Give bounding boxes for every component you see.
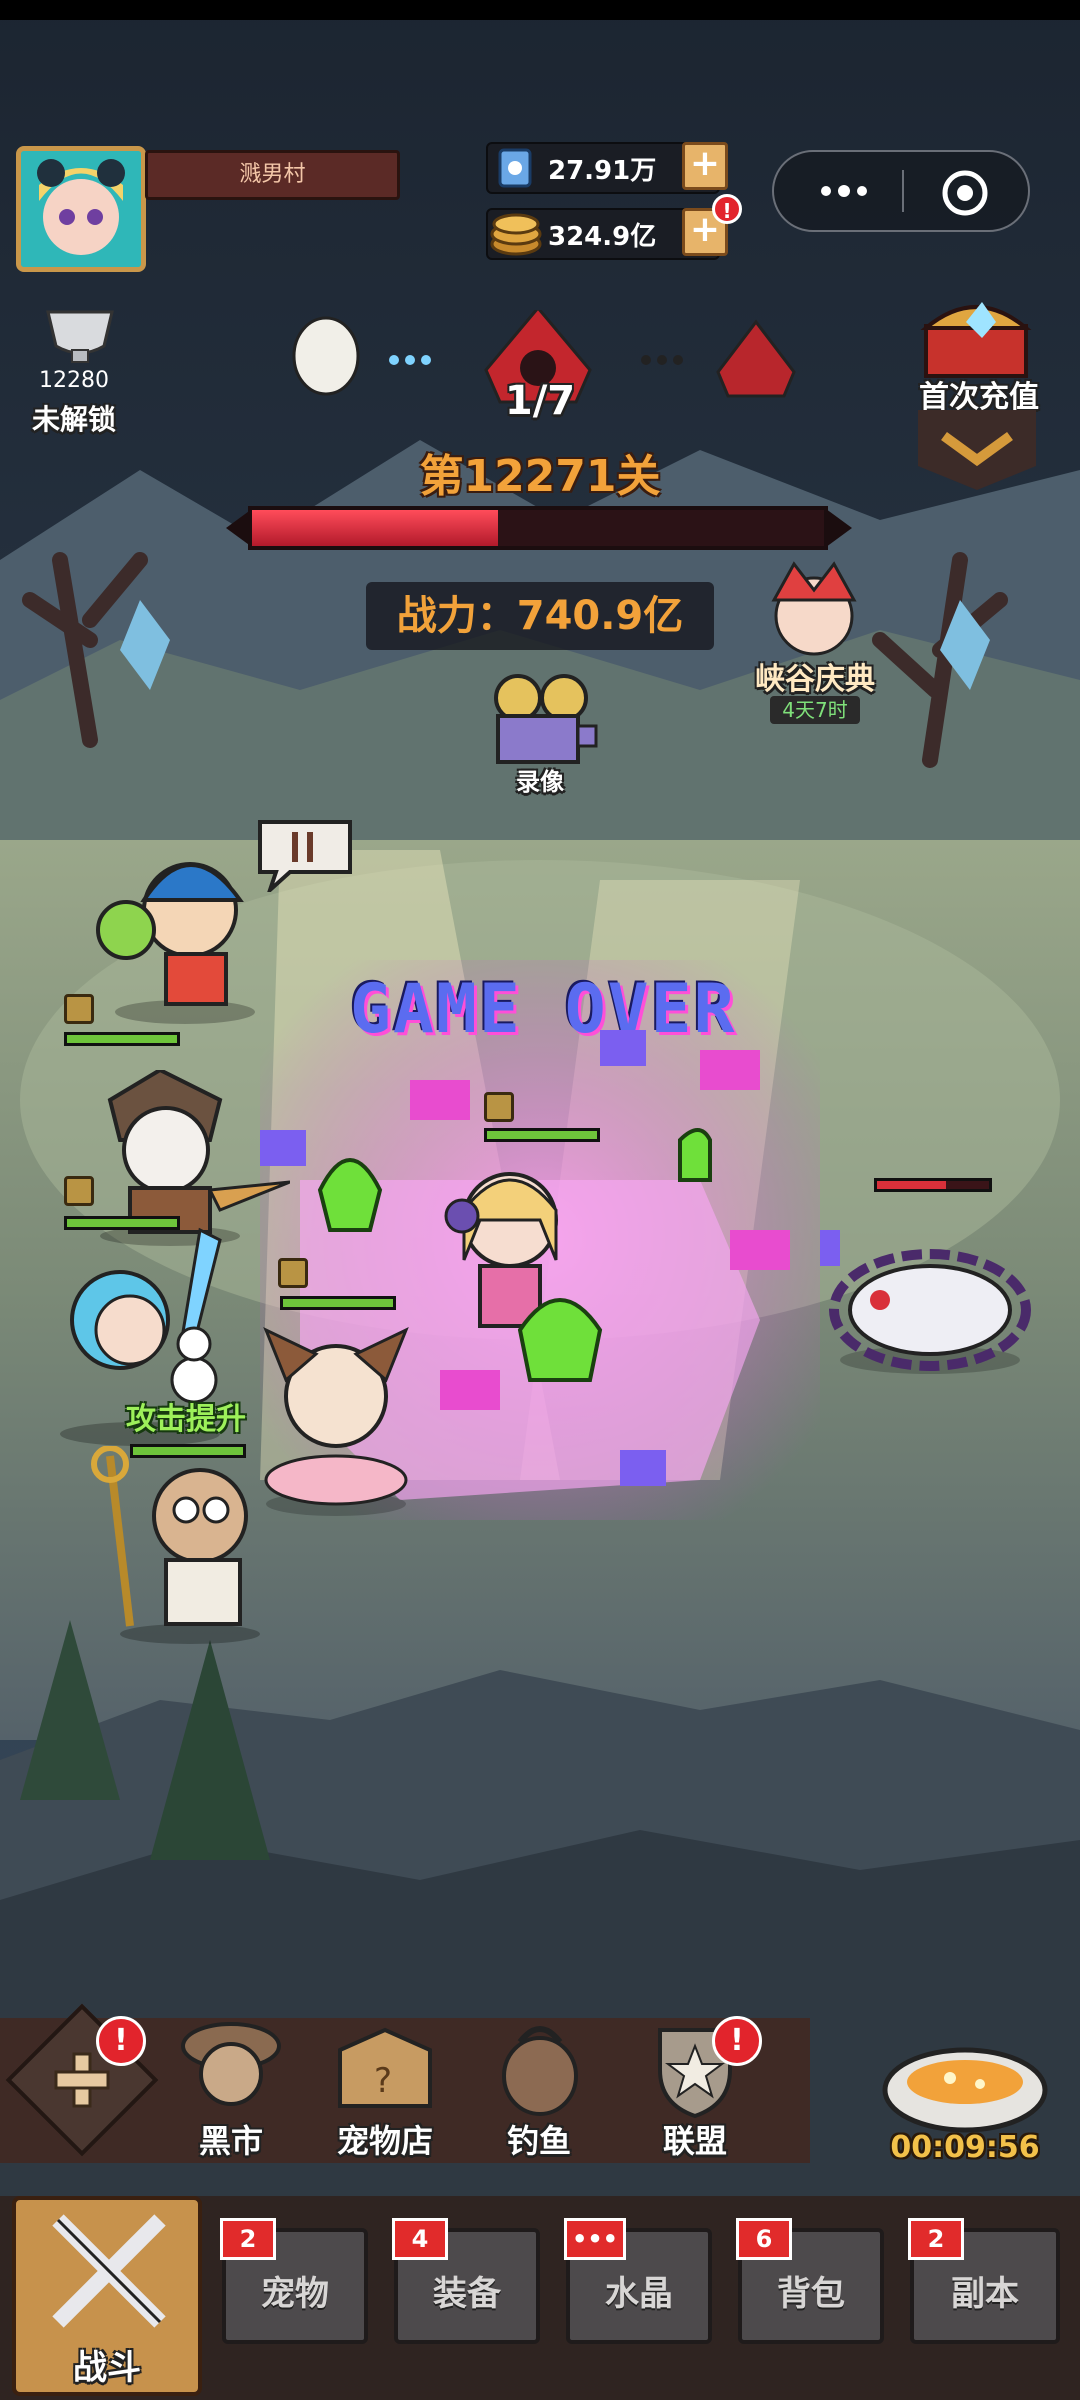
trophy-widget[interactable]: 12280 未解锁 (18, 306, 138, 436)
avatar-portrait (21, 151, 141, 267)
canyon-event-button[interactable]: 峡谷庆典 4天7时 (730, 560, 900, 730)
gem-resource: 27.91万 + (486, 142, 728, 194)
stage-progress-bar (248, 506, 828, 550)
tab-label: 副本 (951, 2274, 1019, 2314)
hero-hp-bar (64, 1032, 180, 1046)
svg-text:?: ? (374, 2061, 392, 2101)
hero-clown (96, 862, 255, 1024)
alert-badge: ! (712, 2016, 762, 2066)
hero-shield-badge (64, 1176, 94, 1206)
tab-dungeon[interactable]: 2 副本 (908, 2218, 1060, 2344)
trophy-icon (46, 310, 114, 363)
player-name: 溅男村 (239, 162, 306, 187)
add-gems-button[interactable]: + (682, 142, 728, 190)
tab-pets[interactable]: 2 宠物 (220, 2218, 368, 2344)
gem-count: 27.91万 (548, 156, 657, 186)
tab-battle[interactable]: 战斗 (12, 2196, 202, 2396)
tab-label: 水晶 (605, 2274, 673, 2314)
idle-chest-button[interactable]: 00:09:56 (870, 2030, 1060, 2190)
chest-timer: 00:09:56 (890, 2130, 1040, 2165)
ticket-icon (498, 148, 532, 188)
pet-shop-button[interactable]: ? 宠物店 (310, 2016, 460, 2166)
fishing-button[interactable]: 钓鱼 (464, 2016, 614, 2166)
target-circle-icon (942, 170, 988, 216)
collapse-chevron-icon[interactable] (912, 410, 1042, 490)
hero-shield-badge (64, 994, 94, 1024)
alert-badge: ! (96, 2016, 146, 2066)
player-name-plate[interactable]: 溅男村 (145, 150, 400, 200)
menu-label: 黑市 (198, 2122, 263, 2160)
black-market-button[interactable]: 黑市 (156, 2016, 306, 2166)
event-character-icon (771, 561, 857, 656)
coin-resource: 324.9亿 + ! (486, 194, 742, 260)
menu-label: 联盟 (662, 2122, 727, 2160)
treasure-chest-icon (920, 302, 1032, 378)
coin-count: 324.9亿 (548, 222, 657, 252)
merchant-icon (181, 2022, 281, 2106)
coins-alert-badge: ! (712, 194, 742, 224)
tab-crystal[interactable]: ••• 水晶 (564, 2218, 712, 2344)
wave-progress: 1/7 (504, 378, 576, 424)
trophy-value: 12280 (39, 368, 109, 393)
tab-equipment[interactable]: 4 装备 (392, 2218, 540, 2344)
trophy-label: 未解锁 (31, 403, 116, 436)
tab-label: 背包 (777, 2274, 845, 2314)
tab-badge: 2 (908, 2218, 964, 2260)
tab-label: 战斗 (73, 2348, 141, 2388)
close-miniprogram-button[interactable] (940, 168, 990, 218)
first-recharge-button[interactable]: 首次充值 (904, 292, 1054, 492)
stage-title: 第12271关 (419, 451, 661, 502)
enemy-chained-beast[interactable] (820, 1220, 1040, 1380)
fishing-bag-icon (502, 2026, 578, 2116)
capsule-divider (902, 170, 904, 212)
enemy-hp-bar (874, 1178, 992, 1192)
tab-badge: 4 (392, 2218, 448, 2260)
menu-label: 宠物店 (336, 2122, 433, 2160)
coin-stack-icon (490, 213, 542, 256)
more-options-button[interactable] (814, 176, 874, 206)
player-avatar[interactable] (16, 146, 146, 272)
tab-backpack[interactable]: 6 背包 (736, 2218, 884, 2344)
miniprogram-capsule (772, 150, 1030, 232)
menu-label: 钓鱼 (506, 2122, 571, 2160)
tab-badge: 6 (736, 2218, 792, 2260)
tab-label: 宠物 (261, 2274, 329, 2314)
film-camera-icon (494, 674, 598, 764)
tab-badge: 2 (220, 2218, 276, 2260)
tab-badge: ••• (564, 2218, 626, 2260)
crossed-swords-icon (52, 2214, 166, 2328)
record-button[interactable]: 录像 (470, 670, 610, 796)
attack-buff-text: 攻击提升 (126, 1402, 246, 1437)
skill-effect-sprites (260, 1030, 840, 1486)
event-timer: 4天7时 (770, 696, 860, 724)
add-feature-button[interactable]: ! (5, 2003, 159, 2166)
more-dots-icon (821, 185, 867, 197)
stage-progress-fill (252, 510, 498, 546)
record-label: 录像 (516, 768, 564, 796)
box-icon: ? (338, 2027, 432, 2108)
event-name: 峡谷庆典 (755, 662, 875, 697)
combat-power-box: 战力：740.9亿 (366, 582, 714, 650)
alliance-button[interactable]: 联盟 ! (620, 2016, 770, 2166)
tab-label: 装备 (433, 2274, 501, 2314)
combat-power: 战力：740.9亿 (396, 593, 684, 639)
